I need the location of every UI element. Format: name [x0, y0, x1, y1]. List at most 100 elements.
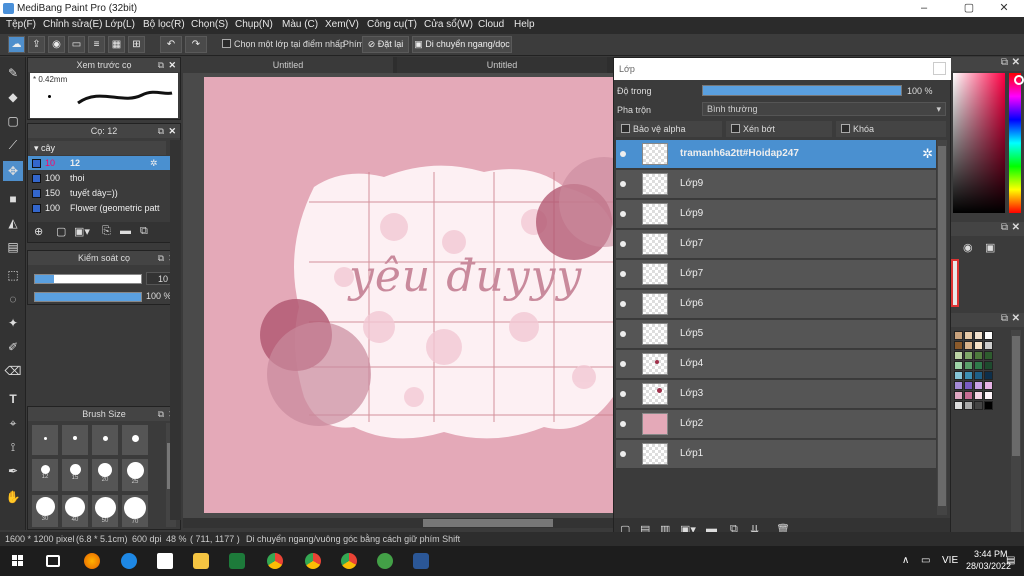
bucket-tool-icon[interactable]: ◭ — [3, 213, 23, 233]
popout-icon[interactable]: ⧉ — [1001, 57, 1008, 68]
canvas-vscrollbar[interactable] — [170, 140, 181, 520]
layer-row[interactable]: Lớp3 — [616, 380, 936, 409]
menu-select[interactable]: Chọn(S) — [191, 19, 228, 30]
select-layer-checkbox[interactable]: Chọn một lớp tại điểm nhấp — [222, 39, 345, 49]
visibility-icon[interactable] — [620, 301, 626, 307]
menu-layer[interactable]: Lớp(L) — [105, 19, 135, 30]
palette-swatch[interactable] — [954, 341, 963, 350]
palette-swatch[interactable] — [954, 351, 963, 360]
palette-swatch[interactable] — [964, 341, 973, 350]
drawing-canvas[interactable]: yêu đuyyy — [204, 77, 613, 513]
palette-swatch[interactable] — [974, 341, 983, 350]
size-cell[interactable]: 25 — [122, 459, 148, 491]
layer-row[interactable]: Lớp9 — [616, 200, 936, 229]
move-button[interactable]: ▣ Di chuyển ngang/dọc — [412, 36, 512, 53]
layer-row[interactable]: tramanh6a2tt#Hoidap247 ✲ — [616, 140, 936, 169]
size-cell[interactable]: 30 — [32, 495, 58, 527]
size-value-field[interactable]: 10 — [146, 272, 172, 285]
eraser-tool-icon[interactable]: ◆ — [3, 87, 23, 107]
redo-icon[interactable]: ↷ — [185, 36, 207, 53]
clock-time[interactable]: 3:44 PM — [974, 549, 1008, 559]
new-brush-icon[interactable]: ▢ — [56, 225, 66, 238]
select-pen-icon[interactable]: ✐ — [3, 337, 23, 357]
palette-swatch[interactable] — [954, 371, 963, 380]
palette-swatch[interactable] — [954, 391, 963, 400]
grid-icon[interactable]: ⊞ — [128, 36, 145, 53]
scroll-thumb[interactable] — [938, 146, 946, 506]
menu-color[interactable]: Màu (C) — [282, 19, 318, 30]
palette-swatch[interactable] — [974, 401, 983, 410]
add-brush-icon[interactable]: ⊕ — [34, 225, 43, 238]
hand-tool-icon[interactable]: ✋ — [3, 487, 23, 507]
palette-swatch[interactable] — [954, 361, 963, 370]
maximize-button[interactable]: ▢ — [949, 0, 989, 17]
close-icon[interactable]: ✕ — [168, 58, 176, 72]
close-button[interactable]: ✕ — [984, 0, 1024, 17]
size-slider[interactable] — [34, 274, 142, 284]
menu-view[interactable]: Xem(V) — [325, 19, 359, 30]
palette-swatch[interactable] — [974, 371, 983, 380]
visibility-icon[interactable] — [620, 151, 626, 157]
menu-filter[interactable]: Bộ lọc(R) — [143, 19, 185, 30]
brush-tool-icon[interactable]: ✎ — [3, 63, 23, 83]
visibility-icon[interactable] — [620, 241, 626, 247]
magic-wand-icon[interactable]: ✦ — [3, 313, 23, 333]
network-icon[interactable]: ▭ — [921, 555, 930, 566]
reset-button[interactable]: ⊘ Đặt lại — [362, 36, 409, 53]
document-icon[interactable]: ≡ — [88, 36, 105, 53]
menu-cloud[interactable]: Cloud — [478, 19, 504, 30]
layer-row[interactable]: Lớp1 — [616, 440, 936, 469]
minimize-button[interactable]: – — [904, 0, 944, 17]
visibility-icon[interactable] — [620, 271, 626, 277]
notification-icon[interactable]: ▤ — [1006, 555, 1015, 566]
excel-icon[interactable] — [229, 553, 245, 569]
protect-alpha-checkbox[interactable]: Bảo vệ alpha — [616, 121, 722, 137]
visibility-icon[interactable] — [620, 331, 626, 337]
blend-mode-select[interactable]: Bình thường ▾ — [702, 102, 946, 116]
size-cell[interactable] — [92, 425, 118, 455]
layer-row[interactable]: Lớp9 — [616, 170, 936, 199]
chrome-profile-icon[interactable] — [305, 553, 321, 569]
color-sv-picker[interactable] — [953, 73, 1005, 213]
undo-icon[interactable]: ↶ — [160, 36, 182, 53]
brush-group[interactable]: ▾ cây — [30, 141, 166, 155]
visibility-icon[interactable] — [620, 211, 626, 217]
canvas-hscrollbar[interactable] — [183, 518, 613, 528]
layer-opacity-slider[interactable] — [702, 85, 902, 96]
brush-item[interactable]: 150 tuyết dày=)) — [28, 186, 178, 200]
close-icon[interactable]: ✕ — [1012, 57, 1020, 68]
visibility-icon[interactable] — [620, 361, 626, 367]
palette-swatch[interactable] — [984, 361, 993, 370]
palette-swatch[interactable] — [984, 371, 993, 380]
scroll-thumb[interactable] — [423, 519, 553, 527]
eyedropper-icon[interactable]: ✒ — [3, 461, 23, 481]
tab-untitled-2[interactable]: Untitled — [397, 57, 607, 73]
palette-swatch[interactable] — [974, 381, 983, 390]
cloud-icon[interactable]: ☁ — [8, 36, 25, 53]
size-cell[interactable]: 40 — [62, 495, 88, 527]
palette-swatch[interactable] — [964, 381, 973, 390]
file-explorer-icon[interactable] — [193, 553, 209, 569]
size-cell[interactable]: 20 — [92, 459, 118, 491]
comment-icon[interactable]: ◉ — [48, 36, 65, 53]
chrome-profile-2-icon[interactable] — [341, 553, 357, 569]
palette-swatch[interactable] — [974, 391, 983, 400]
share-icon[interactable]: ⇪ — [28, 36, 45, 53]
operation-tool-icon[interactable]: ⌖ — [3, 413, 23, 433]
palette-swatch[interactable] — [964, 361, 973, 370]
firefox-icon[interactable] — [84, 553, 100, 569]
edge-icon[interactable] — [121, 553, 137, 569]
current-color-swatch[interactable] — [951, 259, 959, 307]
copy-brush-icon[interactable]: ⎘ — [102, 225, 111, 238]
opacity-slider[interactable] — [34, 292, 142, 302]
visibility-icon[interactable] — [620, 451, 626, 457]
brush-item[interactable]: 10 12 ✲ — [28, 156, 178, 170]
layer-panel-close[interactable] — [933, 62, 946, 75]
tray-chevron-icon[interactable]: ∧ — [902, 555, 909, 566]
size-cell[interactable]: 50 — [92, 495, 118, 527]
palette-swatch[interactable] — [984, 381, 993, 390]
folder-icon[interactable]: ▬ — [120, 225, 131, 237]
menu-file[interactable]: Tệp(F) — [6, 19, 36, 30]
popout-icon[interactable]: ⧉ — [158, 124, 164, 138]
size-cell[interactable] — [122, 425, 148, 455]
